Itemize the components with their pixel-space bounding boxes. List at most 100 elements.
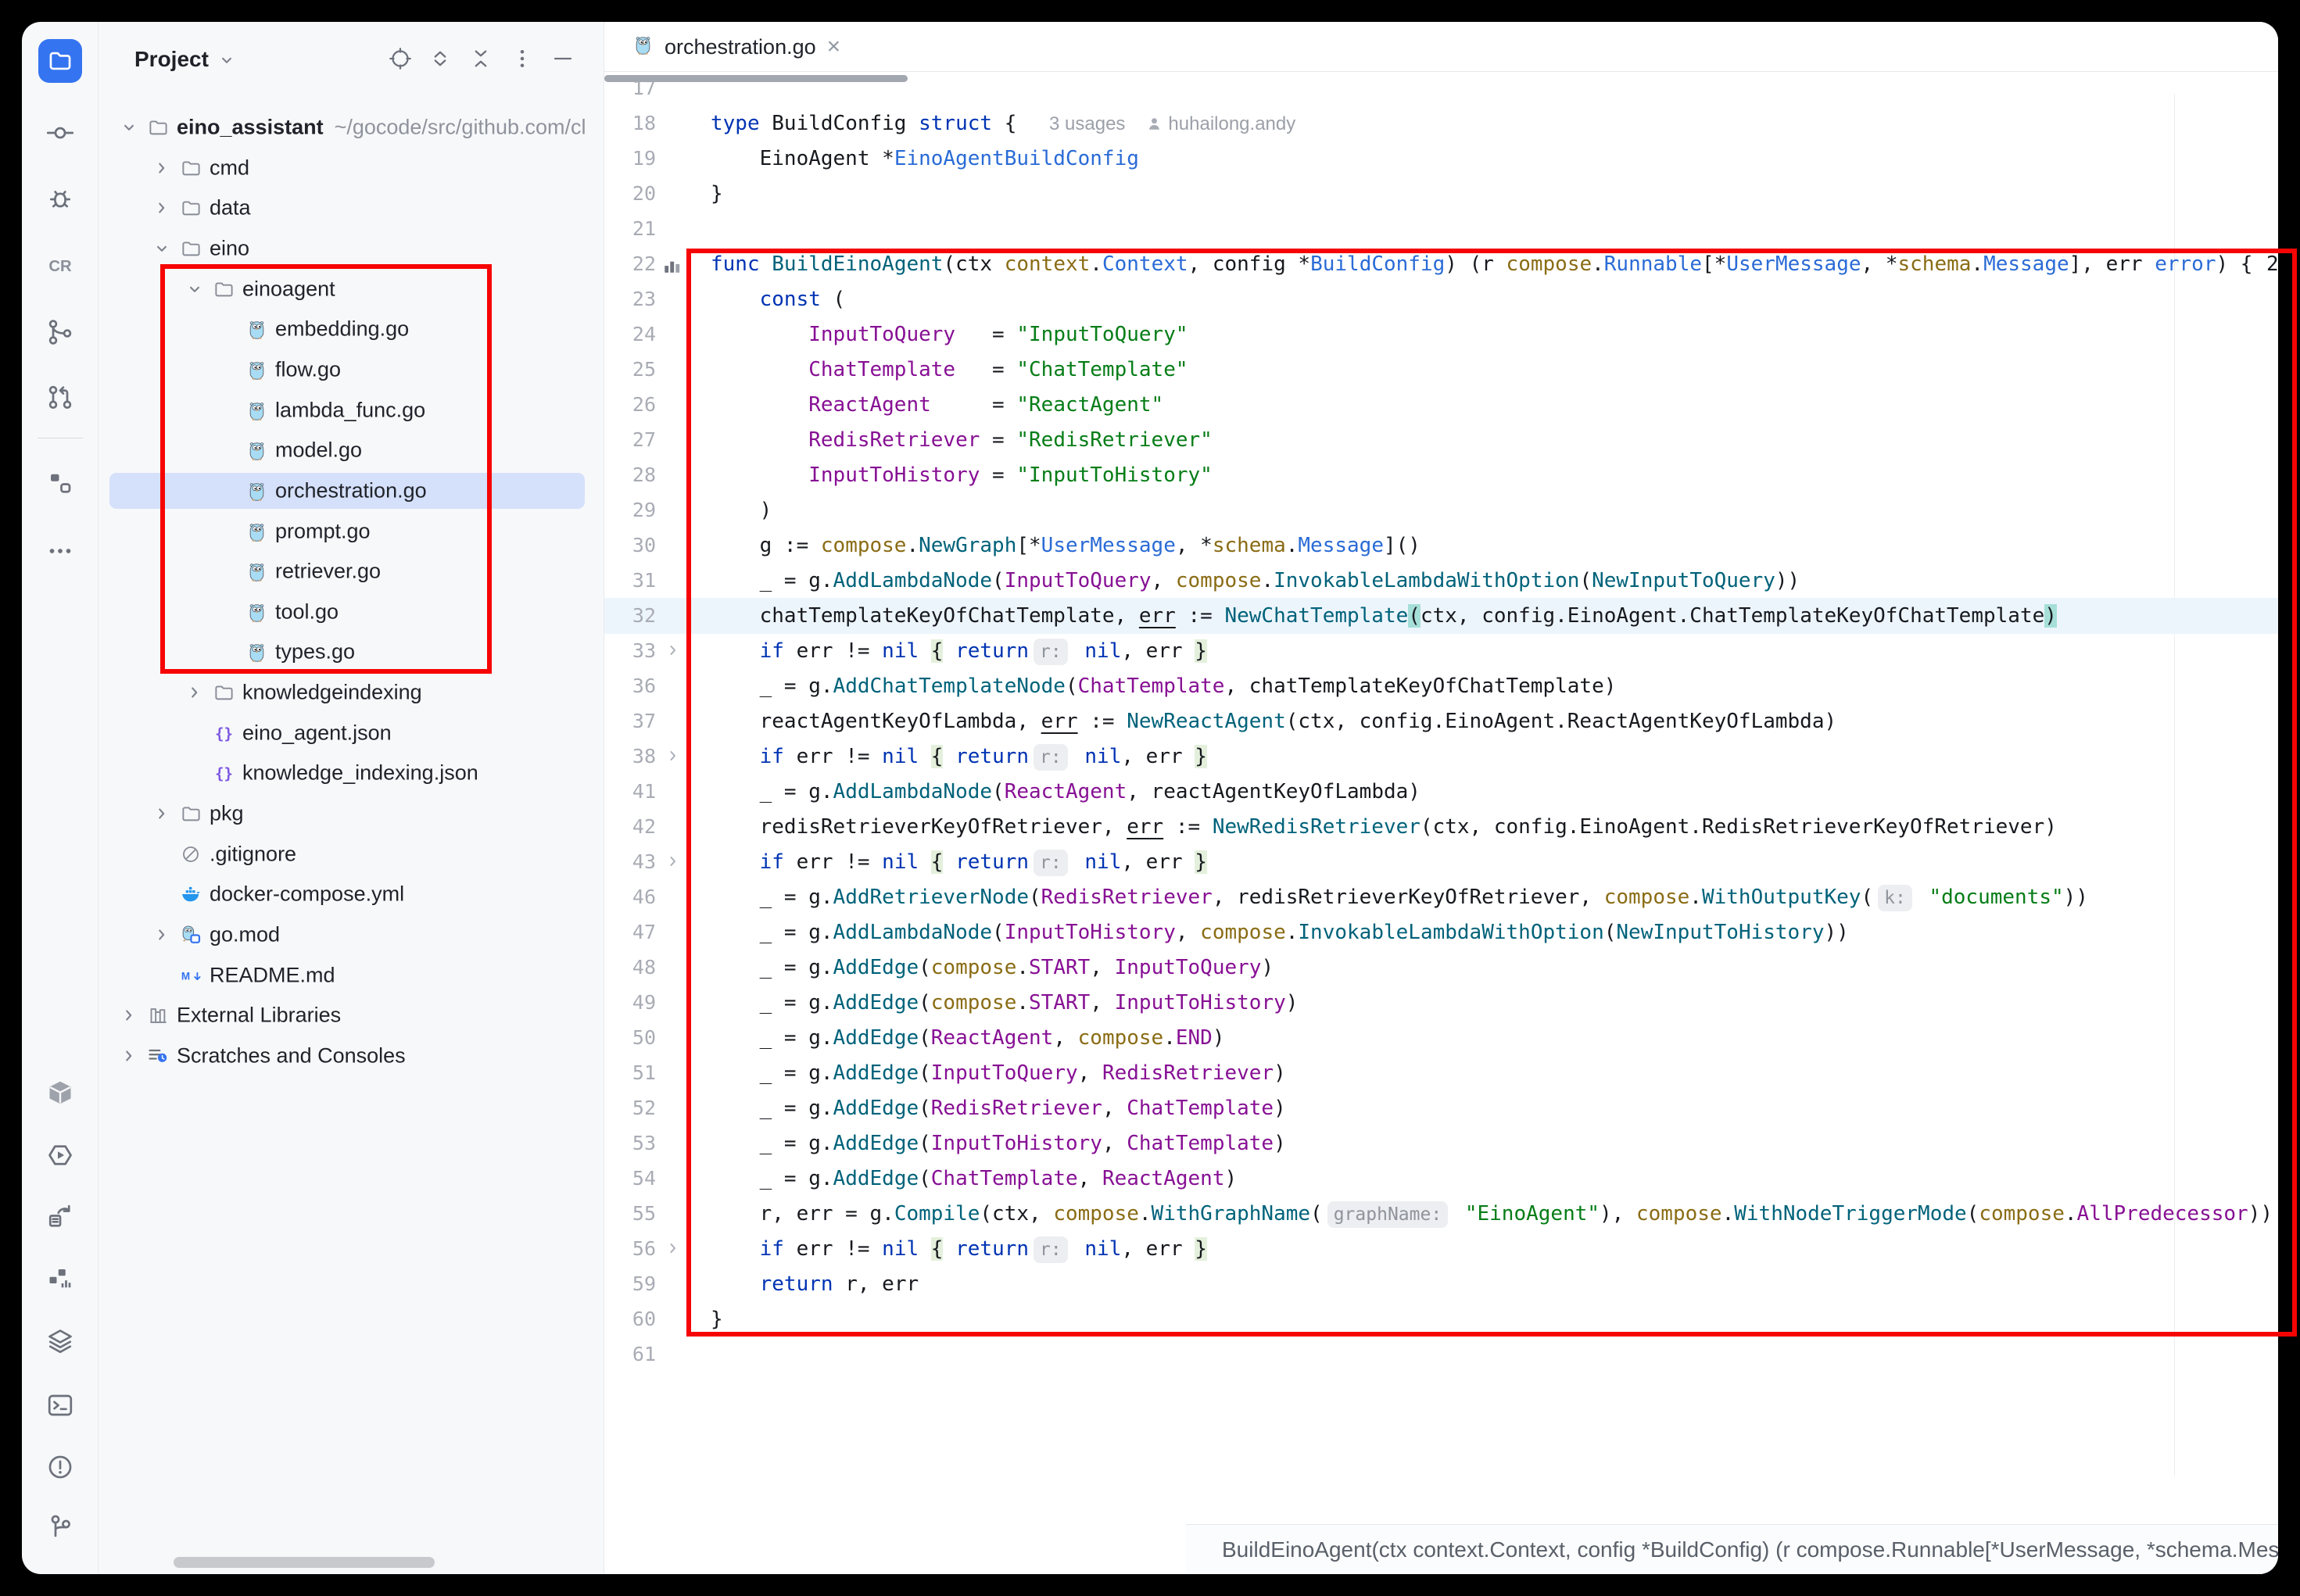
code-review-icon[interactable]: CR: [45, 250, 76, 281]
chevron-right-icon[interactable]: [152, 803, 172, 824]
tree-item-docker-compose-yml[interactable]: docker-compose.yml: [99, 875, 604, 913]
line-number: 51: [604, 1055, 656, 1091]
tree-item-eino[interactable]: eino: [99, 230, 604, 267]
code-line-18[interactable]: 18 type BuildConfig struct { 3 usageshuha…: [604, 106, 2278, 141]
line-number: 26: [604, 387, 656, 423]
usages-gutter-icon[interactable]: [662, 255, 682, 275]
code-text: EinoAgent *EinoAgentBuildConfig: [711, 141, 1139, 177]
editor-horizontal-scrollbar[interactable]: [604, 75, 908, 82]
line-number: 47: [604, 914, 656, 950]
chevron-right-icon[interactable]: [152, 198, 172, 218]
line-number: 25: [604, 352, 656, 388]
fold-arrow-icon[interactable]: [664, 1239, 684, 1259]
ignore-file-icon: [180, 843, 202, 865]
project-folder-icon[interactable]: [38, 39, 82, 83]
push-icon[interactable]: [45, 1201, 76, 1233]
expand-all-icon[interactable]: [427, 45, 453, 72]
debug-bug-icon[interactable]: [45, 184, 76, 215]
tree-item-go-mod[interactable]: go.mod: [99, 916, 604, 954]
collapse-all-icon[interactable]: [468, 45, 494, 72]
chevron-down-icon[interactable]: [152, 238, 172, 259]
project-panel-horizontal-scrollbar[interactable]: [174, 1557, 435, 1568]
tab-label: orchestration.go: [665, 35, 816, 59]
gomod-file-icon: [180, 924, 202, 946]
tab-close-icon[interactable]: ×: [827, 35, 841, 59]
line-number: 32: [604, 598, 656, 634]
tree-item-data[interactable]: data: [99, 189, 604, 227]
fold-arrow-icon[interactable]: [664, 852, 684, 872]
annotation-box-buildeinoagent: [686, 249, 2297, 1337]
chevron-right-icon[interactable]: [119, 1005, 139, 1025]
tree-item-cmd[interactable]: cmd: [99, 149, 604, 187]
line-number: 18: [604, 106, 656, 141]
more-horizontal-icon[interactable]: [45, 535, 76, 567]
code-line-61[interactable]: 61: [604, 1337, 2278, 1372]
author-person-icon: [1145, 109, 1163, 145]
project-root-path: ~/gocode/src/github.com/cl: [335, 116, 586, 139]
line-number: 41: [604, 774, 656, 810]
line-number: 61: [604, 1337, 656, 1372]
tree-item-knowledge-indexing-json[interactable]: {}knowledge_indexing.json: [99, 754, 604, 792]
code-line-20[interactable]: 20}: [604, 176, 2278, 212]
fold-arrow-icon[interactable]: [664, 641, 684, 661]
line-number: 48: [604, 950, 656, 986]
tree-item-knowledgeindexing[interactable]: knowledgeindexing: [99, 674, 604, 711]
services-icon[interactable]: [45, 1263, 76, 1294]
project-panel-title[interactable]: Project: [134, 47, 209, 72]
svg-text:{}: {}: [214, 764, 232, 782]
editor-tab-bar: orchestration.go ×: [604, 22, 2278, 72]
folder-file-icon: [180, 238, 202, 259]
run-anything-icon[interactable]: [45, 1140, 76, 1171]
code-text: type BuildConfig struct { 3 usageshuhail…: [711, 106, 1295, 141]
line-number: 56: [604, 1231, 656, 1267]
tree-item-readme-md[interactable]: M README.md: [99, 957, 604, 994]
tree-item-label: README.md: [210, 964, 335, 988]
commit-icon[interactable]: [45, 117, 76, 149]
hide-icon[interactable]: [550, 45, 576, 72]
terminal-icon[interactable]: [45, 1390, 76, 1421]
line-number: 42: [604, 809, 656, 845]
locate-icon[interactable]: [387, 45, 414, 72]
fold-arrow-icon[interactable]: [664, 746, 684, 767]
tree-item-pkg[interactable]: pkg: [99, 795, 604, 832]
package-icon[interactable]: [45, 1077, 76, 1108]
chevron-down-icon: [217, 50, 237, 74]
git-merge-icon[interactable]: [45, 317, 76, 348]
chevron-down-icon[interactable]: [119, 117, 139, 138]
tree-item-label: knowledgeindexing: [242, 681, 422, 705]
chevron-right-icon[interactable]: [119, 1046, 139, 1066]
code-line-21[interactable]: 21: [604, 211, 2278, 247]
more-vertical-icon[interactable]: [509, 45, 536, 72]
svg-text:M: M: [181, 970, 190, 982]
tree-item-label: pkg: [210, 802, 244, 826]
tab-orchestration-go[interactable]: orchestration.go ×: [618, 22, 854, 72]
git-branch-icon[interactable]: [45, 1511, 76, 1542]
tree-item-eino-assistant[interactable]: eino_assistant~/gocode/src/github.com/cl: [99, 109, 604, 146]
folder-file-icon: [180, 197, 202, 219]
markdown-file-icon: M: [180, 964, 202, 986]
line-number: 37: [604, 703, 656, 739]
annotation-box-einoagent: [160, 264, 492, 674]
code-line-19[interactable]: 19 EinoAgent *EinoAgentBuildConfig: [604, 141, 2278, 177]
structure-icon[interactable]: [45, 467, 76, 499]
tree-item-external-libraries[interactable]: External Libraries: [99, 997, 604, 1034]
line-number: 36: [604, 668, 656, 704]
tree-item-label: External Libraries: [177, 1004, 341, 1028]
tree-item-scratches-and-consoles[interactable]: Scratches and Consoles: [99, 1037, 604, 1075]
activity-bar: CR: [22, 22, 99, 1574]
line-number: 33: [604, 633, 656, 669]
breadcrumb: BuildEinoAgent(ctx context.Context, conf…: [1222, 1537, 2278, 1562]
line-number: 30: [604, 528, 656, 564]
tree-item-eino-agent-json[interactable]: {}eino_agent.json: [99, 714, 604, 752]
pull-request-icon[interactable]: [45, 381, 76, 413]
chevron-right-icon[interactable]: [152, 925, 172, 945]
line-number: 29: [604, 492, 656, 528]
tree-item-label: go.mod: [210, 923, 280, 947]
problems-icon[interactable]: [45, 1451, 76, 1483]
chevron-right-icon[interactable]: [185, 682, 205, 703]
chevron-right-icon[interactable]: [152, 158, 172, 178]
tree-item--gitignore[interactable]: .gitignore: [99, 836, 604, 873]
tree-item-label: cmd: [210, 156, 249, 181]
layers-icon[interactable]: [45, 1326, 76, 1357]
scratches-file-icon: [147, 1045, 169, 1067]
